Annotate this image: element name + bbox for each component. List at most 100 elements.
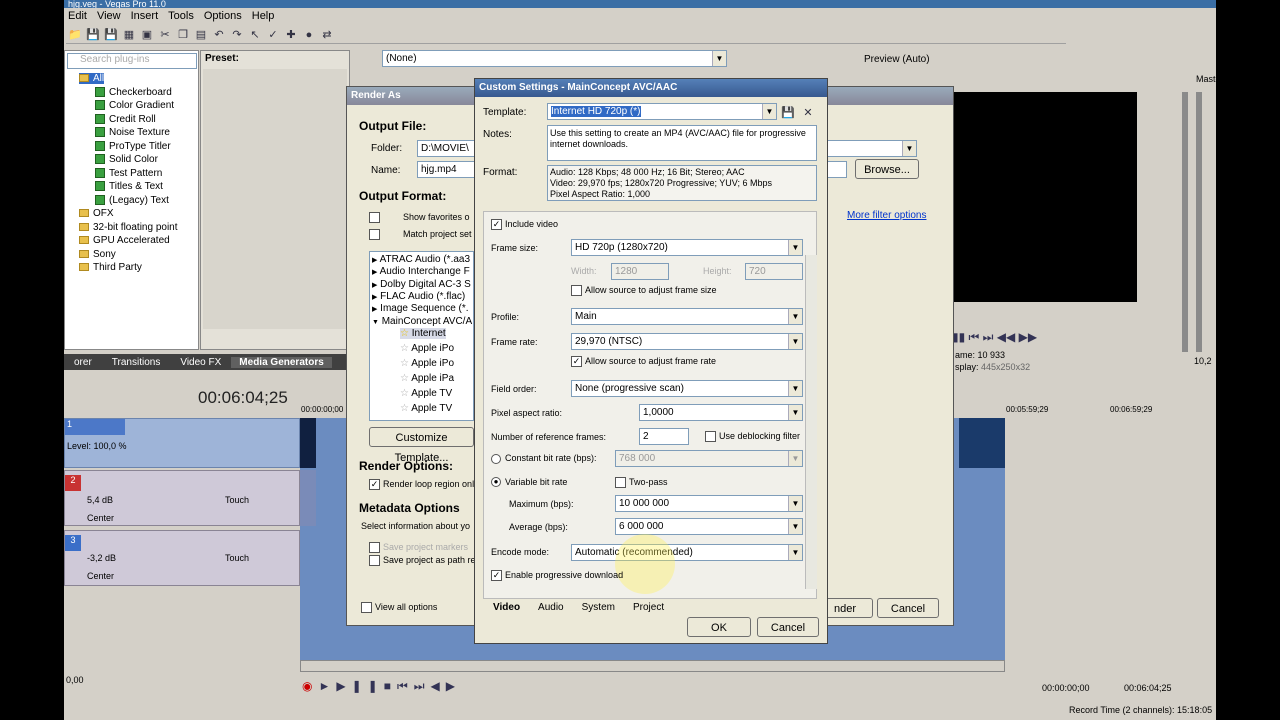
template-list-item[interactable]: ☆ Apple iPo [400,343,454,354]
plugin-tree-item[interactable]: Color Gradient [95,100,174,111]
profile-select[interactable]: Main ▼ [571,308,803,325]
cbr-radio[interactable] [491,454,501,464]
plugin-tree-item[interactable]: Titles & Text [95,181,163,192]
tab-audio[interactable]: Audio [538,602,564,613]
template-list-item[interactable]: ☆ Apple TV [400,388,452,399]
tab-explorer[interactable]: orer [64,357,102,368]
cancel-button[interactable]: Cancel [757,617,819,637]
menu-insert[interactable]: Insert [131,10,159,22]
star-icon[interactable]: ☆ [400,358,409,369]
expand-icon[interactable]: ▶ [372,294,377,301]
max-bitrate-select[interactable]: 10 000 000 ▼ [615,495,803,512]
avg-bitrate-select[interactable]: 6 000 000 ▼ [615,518,803,535]
edit-tool-icon[interactable]: ↖ [246,26,264,44]
width-input[interactable]: 1280 [611,263,669,280]
tab-video-fx[interactable]: Video FX [170,357,231,368]
expand-icon[interactable]: ▼ [372,319,379,326]
frame-rate-select[interactable]: 29,970 (NTSC) ▼ [571,333,803,350]
tab-project[interactable]: Project [633,602,664,613]
tab-system[interactable]: System [582,602,615,613]
delete-template-icon[interactable]: ✕ [799,103,817,121]
view-all-checkbox[interactable] [361,602,372,613]
ripple-icon[interactable]: ⇄ [318,26,336,44]
allow-frame-size-checkbox[interactable] [571,285,582,296]
plugin-search-input[interactable]: Search plug-ins [67,53,197,69]
vbr-radio[interactable]: ● [491,477,501,487]
plugin-tree-item[interactable]: (Legacy) Text [95,195,169,206]
track-3-header[interactable]: 3 -3,2 dB Center Touch [64,530,300,586]
plugin-tree-item[interactable]: Test Pattern [95,168,162,179]
timeline-scroll[interactable] [300,660,1005,672]
settings-scrollbar[interactable] [805,255,817,589]
menu-view[interactable]: View [97,10,121,22]
plugin-tree-item[interactable]: 32-bit floating point [79,222,178,233]
format-list-item[interactable]: ▶ FLAC Audio (*.flac) [372,291,465,302]
tab-video[interactable]: Video [493,602,520,613]
deblocking-checkbox[interactable] [705,431,716,442]
format-list[interactable]: ▶ ATRAC Audio (*.aa3 ▶ Audio Interchange … [369,251,474,421]
star-icon[interactable]: ☆ [400,328,409,339]
copy-icon[interactable]: ❐ [174,26,192,44]
template-select[interactable]: Internet HD 720p (*) ▼ [547,103,777,120]
template-list-item[interactable]: ☆ Apple iPo [400,358,454,369]
menu-help[interactable]: Help [252,10,275,22]
star-icon[interactable]: ☆ [400,343,409,354]
frame-size-select[interactable]: HD 720p (1280x720) ▼ [571,239,803,256]
plugin-tree-item[interactable]: Solid Color [95,154,158,165]
more-filter-options-link[interactable]: More filter options [847,210,926,221]
save-template-icon[interactable]: 💾 [779,103,797,121]
render-loop-checkbox[interactable]: ✓ [369,479,380,490]
height-input[interactable]: 720 [745,263,803,280]
format-list-item[interactable]: ▼ MainConcept AVC/A [372,316,472,327]
plugin-tree-item[interactable]: Third Party [79,262,142,273]
render-icon[interactable]: ▣ [138,26,156,44]
notes-textarea[interactable]: Use this setting to create an MP4 (AVC/A… [547,125,817,161]
template-list-item[interactable]: ☆ Apple TV [400,403,452,414]
match-project-checkbox[interactable] [369,229,380,240]
plugin-tree-item[interactable]: GPU Accelerated [79,235,170,246]
format-list-item[interactable]: ▶ Dolby Digital AC-3 S [372,279,471,290]
expand-icon[interactable]: ▶ [372,282,377,289]
track-touch[interactable]: Touch [225,553,249,563]
star-icon[interactable]: ☆ [400,388,409,399]
plugin-tree-item[interactable]: Credit Roll [95,114,156,125]
plugin-tree-item[interactable]: Checkerboard [95,87,172,98]
save-as-icon[interactable]: 💾 [102,26,120,44]
plugin-tree-item[interactable]: ProType Titler [95,141,171,152]
browse-button[interactable]: Browse... [855,159,919,179]
plugin-tree-item[interactable]: OFX [79,208,114,219]
render-cancel-button[interactable]: Cancel [877,598,939,618]
template-list-item[interactable]: ☆ Internet [400,328,446,339]
video-clip[interactable] [300,418,316,468]
paste-icon[interactable]: ▤ [192,26,210,44]
video-clip-end[interactable] [959,418,1005,468]
save-path-checkbox[interactable] [369,555,380,566]
reference-frames-input[interactable]: 2 [639,428,689,445]
record-button[interactable]: ◉ [302,679,318,693]
audio-clip[interactable] [300,470,316,526]
preview-preset-select[interactable]: (None) ▼ [382,50,727,67]
plugin-tree-item[interactable]: Noise Texture [95,127,170,138]
tab-transitions[interactable]: Transitions [102,357,171,368]
star-icon[interactable]: ☆ [400,373,409,384]
plugin-tree-item[interactable]: All [79,73,105,84]
show-favorites-checkbox[interactable] [369,212,380,223]
track-touch[interactable]: Touch [225,495,249,505]
expand-icon[interactable]: ▶ [372,257,377,264]
track-2-header[interactable]: 2 5,4 dB Center Touch [64,470,300,526]
star-icon[interactable]: ☆ [400,403,409,414]
include-video-checkbox[interactable]: ✓ [491,219,502,230]
cbr-select[interactable]: 768 000 ▼ [615,450,803,467]
ok-button[interactable]: OK [687,617,751,637]
redo-icon[interactable]: ↷ [228,26,246,44]
expand-icon[interactable]: ▶ [372,306,377,313]
encode-mode-select[interactable]: Automatic (recommended) ▼ [571,544,803,561]
expand-icon[interactable]: ▶ [372,269,377,276]
preview-mode[interactable]: Preview (Auto) [864,54,930,65]
template-list-item[interactable]: ☆ Apple iPa [400,373,454,384]
allow-frame-rate-checkbox[interactable]: ✓ [571,356,582,367]
undo-icon[interactable]: ↶ [210,26,228,44]
plugin-tree-item[interactable]: Sony [79,249,116,260]
format-list-item[interactable]: ▶ Audio Interchange F [372,266,470,277]
save-icon[interactable]: 💾 [84,26,102,44]
